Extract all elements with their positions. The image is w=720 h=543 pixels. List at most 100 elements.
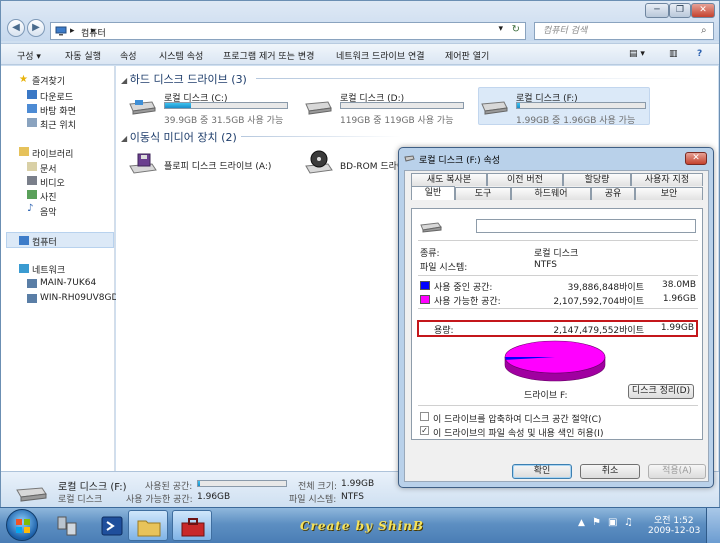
details-name: 로컬 디스크 (F:) — [58, 482, 127, 493]
drive-f-usage-bar — [516, 102, 646, 109]
breadcrumb-sep: ▸ — [70, 26, 75, 36]
address-dropdown-icon[interactable]: ▾ — [498, 24, 503, 34]
clock-time[interactable]: 오전 1:52 — [654, 513, 694, 526]
search-icon[interactable]: ⌕ — [701, 25, 707, 36]
details-free-label: 사용 가능한 공간: — [126, 495, 193, 505]
powershell-icon — [101, 516, 123, 536]
apply-button[interactable]: 적용(A) — [648, 464, 706, 479]
nav-network[interactable]: 네트워크 — [32, 263, 65, 276]
preview-pane-icon[interactable]: ▥ — [669, 49, 678, 59]
nav-desktop[interactable]: 바탕 화면 — [40, 104, 76, 117]
details-fs-value: NTFS — [341, 492, 364, 502]
help-icon[interactable]: ? — [697, 49, 702, 59]
nav-music[interactable]: 음악 — [40, 205, 57, 218]
drive-c-usage-bar — [164, 102, 288, 109]
tab-tools[interactable]: 도구 — [455, 187, 511, 200]
nav-recent[interactable]: 최근 위치 — [40, 118, 76, 131]
tray-expand-icon[interactable]: ▲ — [578, 518, 585, 528]
cancel-button[interactable]: 취소 — [580, 464, 640, 479]
tab-shadow-copies[interactable]: 새도 복사본 — [411, 173, 487, 186]
free-space-short: 1.96GB — [662, 294, 696, 304]
tab-previous-versions[interactable]: 이전 버전 — [487, 173, 563, 186]
folder-icon — [137, 520, 161, 537]
back-button[interactable]: ◀ — [7, 19, 25, 37]
dialog-close-button[interactable]: ✕ — [685, 152, 707, 165]
command-bar: 구성 ▾ 자동 실행 속성 시스템 속성 프로그램 제거 또는 변경 네트워크 … — [1, 43, 719, 65]
taskbar-app-explorer[interactable] — [128, 510, 168, 541]
start-button[interactable] — [6, 509, 38, 541]
volume-label-input[interactable] — [476, 219, 696, 233]
removable-group-header[interactable]: ◢ 이동식 미디어 장치 (2) — [121, 129, 237, 145]
nav-pictures[interactable]: 사진 — [40, 190, 57, 203]
separator — [418, 240, 698, 241]
properties-button[interactable]: 속성 — [120, 49, 137, 62]
computer-icon — [19, 236, 29, 245]
bd-rom-drive-name[interactable]: BD-ROM 드라이 — [340, 159, 405, 172]
nav-network-win[interactable]: WIN-RH09UV8GDE — [40, 293, 124, 303]
nav-computer[interactable]: 컴퓨터 — [32, 235, 57, 248]
capacity-bytes: 2,147,479,552바이트 — [553, 326, 644, 336]
nav-downloads[interactable]: 다운로드 — [40, 90, 73, 103]
separator — [418, 275, 698, 276]
star-icon: ★ — [19, 74, 28, 85]
views-button[interactable]: ▤ ▾ — [629, 49, 645, 59]
show-desktop-button[interactable] — [706, 508, 720, 543]
ok-button[interactable]: 확인 — [512, 464, 572, 479]
capacity-label: 용량: — [434, 326, 454, 336]
fs-label: 파일 시스템: — [420, 263, 468, 273]
details-used-label: 사용된 공간: — [145, 482, 193, 492]
hard-drive-icon — [481, 101, 508, 115]
address-box[interactable]: ▸ 컴퓨터 ▸ ▾ ↻ — [50, 22, 526, 40]
flag-icon[interactable]: ⚑ — [592, 517, 601, 528]
index-checkbox[interactable]: ✓ — [420, 426, 429, 435]
taskbar-app-powershell[interactable] — [92, 510, 132, 541]
details-free-value: 1.96GB — [197, 492, 231, 502]
separator — [418, 405, 698, 406]
nav-favorites[interactable]: 즐겨찾기 — [32, 74, 65, 87]
hdd-group-header[interactable]: ◢ 하드 디스크 드라이브 (3) — [121, 71, 247, 87]
drive-c-info: 39.9GB 중 31.5GB 사용 가능 — [164, 116, 284, 126]
videos-icon — [27, 176, 37, 185]
navigation-pane: ★ 즐겨찾기 다운로드 바탕 화면 최근 위치 라이브러리 문서 비디오 사진 … — [1, 66, 124, 471]
system-properties-button[interactable]: 시스템 속성 — [159, 49, 203, 62]
disk-cleanup-button[interactable]: 디스크 정리(D) — [628, 384, 694, 399]
network-tray-icon[interactable]: ▣ — [608, 517, 617, 528]
toolbox-icon — [181, 518, 205, 537]
taskbar-app-toolbox[interactable] — [172, 510, 212, 541]
refresh-icon[interactable]: ↻ — [512, 24, 520, 35]
nav-libraries[interactable]: 라이브러리 — [32, 147, 73, 160]
maximize-button[interactable]: ❐ — [669, 3, 691, 18]
autoplay-button[interactable]: 자동 실행 — [65, 49, 101, 62]
close-button[interactable]: ✕ — [691, 3, 715, 18]
minimize-button[interactable]: ─ — [645, 3, 669, 18]
compress-checkbox[interactable] — [420, 412, 429, 421]
tab-customize[interactable]: 사용자 지정 — [631, 173, 703, 186]
clock-date[interactable]: 2009-12-03 — [648, 526, 700, 536]
details-usage-bar — [197, 480, 287, 487]
tab-quota[interactable]: 할당량 — [563, 173, 631, 186]
search-input[interactable]: 컴퓨터 검색 — [534, 22, 714, 40]
details-type: 로컬 디스크 — [58, 495, 103, 505]
nav-documents[interactable]: 문서 — [40, 162, 57, 175]
taskbar-app-network[interactable] — [46, 510, 86, 541]
details-total-value: 1.99GB — [341, 479, 375, 489]
tab-security[interactable]: 보안 — [635, 187, 703, 200]
volume-icon[interactable]: ♫ — [624, 517, 633, 528]
dialog-body: 새도 복사본 이전 버전 할당량 사용자 지정 일반 도구 하드웨어 공유 보안… — [404, 170, 709, 482]
libraries-icon — [19, 147, 29, 156]
group-divider — [241, 136, 401, 137]
music-icon: ♪ — [27, 203, 34, 214]
control-panel-button[interactable]: 제어판 열기 — [445, 49, 489, 62]
nav-videos[interactable]: 비디오 — [40, 176, 65, 189]
tab-hardware[interactable]: 하드웨어 — [511, 187, 591, 200]
floppy-drive-icon — [129, 153, 157, 174]
tab-sharing[interactable]: 공유 — [591, 187, 635, 200]
fs-value: NTFS — [534, 260, 557, 270]
organize-button[interactable]: 구성 ▾ — [17, 49, 41, 62]
nav-network-main[interactable]: MAIN-7UK64 — [40, 278, 96, 288]
floppy-drive-name[interactable]: 플로피 디스크 드라이브 (A:) — [164, 159, 271, 172]
forward-button[interactable]: ▶ — [27, 19, 45, 37]
tab-general[interactable]: 일반 — [411, 186, 455, 200]
map-drive-button[interactable]: 네트워크 드라이브 연결 — [336, 49, 425, 62]
uninstall-button[interactable]: 프로그램 제거 또는 변경 — [223, 49, 314, 62]
